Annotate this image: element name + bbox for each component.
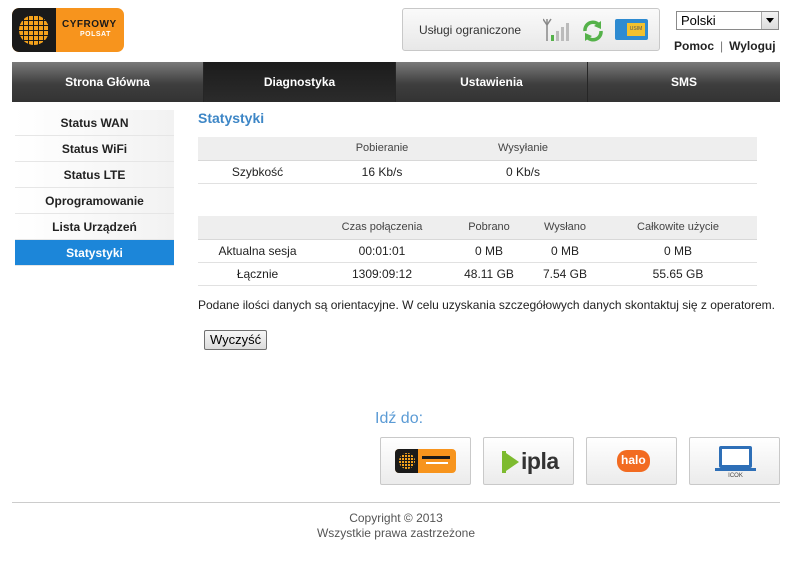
table-cell: 0 Kb/s [505, 164, 541, 179]
halo-logo-text: halo [621, 453, 646, 467]
table-row: Łącznie 1309:09:12 48.11 GB 7.54 GB 55.6… [198, 262, 757, 285]
table-cell: 00:01:01 [358, 243, 406, 258]
chevron-down-icon[interactable] [761, 12, 778, 29]
main-nav: Strona Główna Diagnostyka Ustawienia SMS [12, 62, 780, 102]
icok-label: ICOK [728, 473, 743, 479]
footer: Copyright © 2013 Wszystkie prawa zastrze… [0, 511, 792, 541]
logo-text-line2: POLSAT [80, 31, 111, 38]
table-cell: 48.11 GB [464, 266, 514, 281]
link-separator: | [720, 39, 724, 53]
halo-logo-icon: halo [617, 450, 650, 472]
table-cell: 0 MB [474, 243, 503, 258]
signal-strength-icon [543, 18, 569, 41]
refresh-icon[interactable] [581, 19, 605, 43]
sidebar-item-status-lte[interactable]: Status LTE [15, 162, 174, 188]
table-cell: 0 MB [663, 243, 692, 258]
language-select[interactable]: Polski [676, 11, 779, 30]
copyright-text: Copyright © 2013 [349, 511, 443, 525]
usage-table: Czas połączenia Pobrano Wysłano Całkowit… [198, 216, 757, 286]
table-cell: 1309:09:12 [351, 266, 413, 281]
tab-diagnostics[interactable]: Diagnostyka [204, 62, 396, 102]
table-cell: 0 MB [550, 243, 579, 258]
cyfrowy-polsat-logo-icon [395, 449, 456, 473]
sidebar-item-firmware[interactable]: Oprogramowanie [15, 188, 174, 214]
speed-table: Pobieranie Wysyłanie Szybkość 16 Kb/s 0 … [198, 137, 757, 184]
globe-icon [19, 15, 49, 45]
table-header-cell: Pobrano [468, 221, 510, 234]
language-select-value: Polski [681, 13, 716, 28]
table-header-cell: Wysyłanie [497, 142, 549, 155]
table-header-cell: Czas połączenia [341, 221, 423, 234]
logout-link[interactable]: Wyloguj [729, 39, 775, 53]
data-disclaimer: Podane ilości danych są orientacyjne. W … [198, 298, 775, 312]
cyfrowy-polsat-logo: CYFROWY POLSAT [12, 8, 124, 52]
tab-settings[interactable]: Ustawienia [396, 62, 588, 102]
sidebar-item-statistics[interactable]: Statystyki [15, 240, 174, 266]
connection-status-panel: Usługi ograniczone USIM [402, 8, 660, 51]
goto-tile-icok[interactable]: ICOK [689, 437, 780, 485]
table-cell [599, 160, 757, 183]
tab-home[interactable]: Strona Główna [12, 62, 204, 102]
table-cell: Szybkość [231, 164, 284, 179]
laptop-icon [719, 446, 752, 468]
goto-tile-ipla[interactable]: ipla [483, 437, 574, 485]
table-row: Aktualna sesja 00:01:01 0 MB 0 MB 0 MB [198, 239, 757, 262]
goto-tile-cyfrowy-polsat[interactable] [380, 437, 471, 485]
top-links: Pomoc | Wyloguj [674, 39, 776, 53]
sidebar: Status WAN Status WiFi Status LTE Oprogr… [15, 110, 174, 266]
goto-label: Idź do: [375, 410, 424, 427]
table-cell: 16 Kb/s [361, 164, 403, 179]
table-header-cell: Całkowite użycie [637, 221, 719, 234]
table-header-cell: Pobieranie [355, 142, 409, 155]
table-header-cell [198, 216, 317, 239]
ipla-play-icon [502, 451, 519, 473]
table-header-row: Czas połączenia Pobrano Wysłano Całkowit… [198, 216, 757, 239]
rights-text: Wszystkie prawa zastrzeżone [316, 526, 476, 540]
table-row: Szybkość 16 Kb/s 0 Kb/s [198, 160, 757, 183]
clear-button[interactable]: Wyczyść [204, 330, 268, 350]
help-link[interactable]: Pomoc [674, 39, 714, 53]
table-cell: Aktualna sesja [218, 243, 297, 258]
table-cell: Łącznie [236, 266, 279, 281]
ipla-logo-text: ipla [521, 448, 559, 474]
table-header-cell: Wysłano [543, 221, 587, 234]
connection-status-text: Usługi ograniczone [419, 23, 522, 37]
sim-card-icon: USIM [615, 19, 648, 40]
logo-text-line1: CYFROWY [62, 19, 117, 30]
table-header-cell [599, 137, 757, 160]
table-cell: 7.54 GB [542, 266, 588, 281]
goto-tile-halo[interactable]: halo [586, 437, 677, 485]
page-title: Statystyki [198, 110, 265, 126]
footer-divider [12, 502, 780, 503]
table-header-cell [198, 137, 317, 160]
tab-sms[interactable]: SMS [588, 62, 780, 102]
table-header-row: Pobieranie Wysyłanie [198, 137, 757, 160]
sidebar-item-status-wan[interactable]: Status WAN [15, 110, 174, 136]
table-cell: 55.65 GB [652, 266, 704, 281]
sidebar-item-status-wifi[interactable]: Status WiFi [15, 136, 174, 162]
sidebar-item-device-list[interactable]: Lista Urządzeń [15, 214, 174, 240]
